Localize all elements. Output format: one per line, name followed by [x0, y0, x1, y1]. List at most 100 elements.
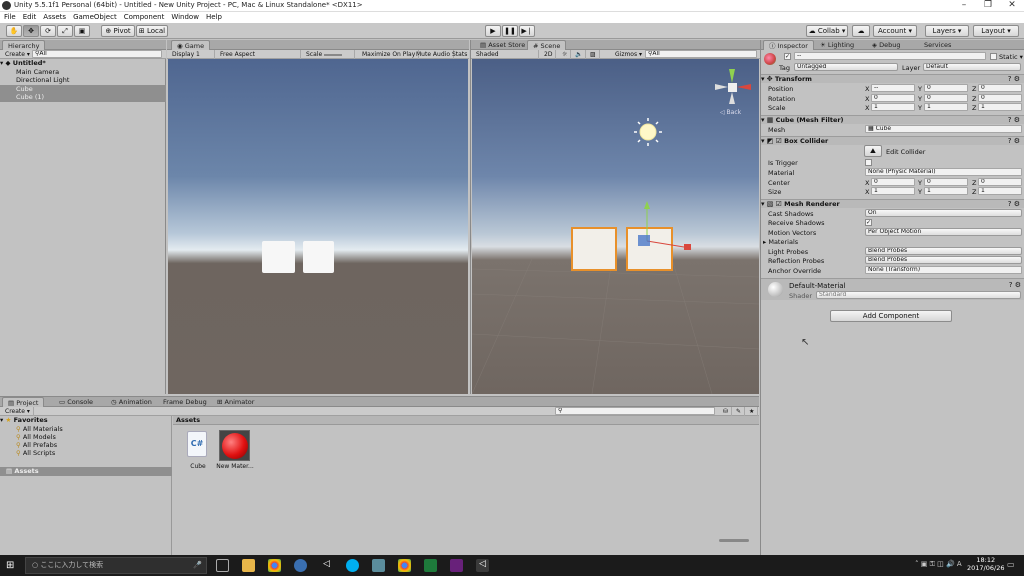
filter-by-type-icon[interactable]: ⛁: [720, 407, 733, 416]
collider-enabled-checkbox[interactable]: ☑: [776, 137, 782, 145]
tab-game[interactable]: ◉ Game: [171, 40, 211, 50]
local-toggle[interactable]: ⊞ Local: [136, 25, 168, 37]
file-explorer-icon[interactable]: [242, 559, 255, 572]
component-settings-icon[interactable]: ? ⚙: [1008, 116, 1020, 124]
light-probes-dropdown[interactable]: Blend Probes: [865, 247, 1022, 255]
pivot-toggle[interactable]: ⊕ Pivot: [101, 25, 135, 37]
center-x-field[interactable]: 0: [871, 178, 915, 186]
globe-app-icon[interactable]: [294, 559, 307, 572]
asset-new-material[interactable]: [219, 430, 250, 461]
menu-window[interactable]: Window: [171, 12, 199, 23]
excel-icon[interactable]: [424, 559, 437, 572]
icon-size-slider[interactable]: [719, 539, 749, 542]
scale-z-field[interactable]: 1: [978, 103, 1022, 111]
scale-y-field[interactable]: 1: [924, 103, 968, 111]
motion-vectors-dropdown[interactable]: Per Object Motion: [865, 228, 1022, 236]
rotation-z-field[interactable]: 0: [978, 94, 1022, 102]
chrome-icon-2[interactable]: [398, 559, 411, 572]
tab-project[interactable]: ▤ Project: [2, 397, 45, 407]
object-name-field[interactable]: --: [794, 52, 986, 60]
scale-tool-button[interactable]: ⤢: [57, 25, 73, 37]
mesh-field[interactable]: ▦ Cube: [865, 125, 1022, 133]
transform-header[interactable]: ▾ ✥ Transform ? ⚙: [761, 74, 1024, 83]
static-checkbox[interactable]: [990, 53, 997, 60]
clock[interactable]: 18:12 2017/06/26: [967, 556, 1004, 572]
is-trigger-checkbox[interactable]: [865, 159, 872, 166]
scene-root-row[interactable]: ▾ ◆ Untitled*: [0, 59, 166, 68]
collab-dropdown[interactable]: ☁ Collab ▾: [806, 25, 848, 37]
scale-x-field[interactable]: 1: [871, 103, 915, 111]
shading-dropdown[interactable]: Shaded: [473, 50, 539, 59]
maximize-on-play-toggle[interactable]: Maximize On Play: [359, 50, 420, 59]
component-settings-icon[interactable]: ? ⚙: [1008, 75, 1020, 83]
account-dropdown[interactable]: Account ▾: [873, 25, 917, 37]
gizmos-dropdown[interactable]: Gizmos ▾: [612, 50, 647, 59]
play-button[interactable]: ▶: [485, 25, 501, 37]
tab-scene[interactable]: # Scene: [527, 40, 567, 50]
tab-services[interactable]: Services: [919, 40, 956, 50]
rotation-y-field[interactable]: 0: [924, 94, 968, 102]
static-dropdown[interactable]: Static ▾: [999, 53, 1023, 61]
shader-dropdown[interactable]: Standard: [816, 291, 1021, 299]
favorite-star-icon[interactable]: ★: [746, 407, 759, 416]
menu-file[interactable]: File: [4, 12, 16, 23]
edit-collider-button[interactable]: ⛰: [864, 145, 882, 157]
asset-cube-script[interactable]: C#: [185, 431, 209, 462]
tab-frame-debug[interactable]: Frame Debug: [158, 397, 212, 407]
display-dropdown[interactable]: Display 1: [169, 50, 215, 59]
skype-icon[interactable]: [346, 559, 359, 572]
hierarchy-item-directional-light[interactable]: Directional Light: [0, 76, 166, 85]
cast-shadows-dropdown[interactable]: On: [865, 209, 1022, 217]
note-app-icon[interactable]: [372, 559, 385, 572]
stats-toggle[interactable]: Stats: [449, 50, 472, 59]
component-settings-icon[interactable]: ? ⚙: [1008, 200, 1020, 208]
renderer-enabled-checkbox[interactable]: ☑: [776, 200, 782, 208]
add-component-button[interactable]: Add Component: [830, 310, 952, 322]
hierarchy-create-button[interactable]: Create ▾: [2, 50, 34, 59]
move-tool-button[interactable]: ✥: [23, 25, 39, 37]
menu-help[interactable]: Help: [206, 12, 222, 23]
tab-asset-store[interactable]: ▤ Asset Store: [475, 40, 530, 50]
tag-dropdown[interactable]: Untagged: [794, 63, 898, 71]
center-y-field[interactable]: 0: [924, 178, 968, 186]
box-collider-header[interactable]: ▾ ◩ ☑ Box Collider ? ⚙: [761, 136, 1024, 145]
layer-dropdown[interactable]: Default: [923, 63, 1021, 71]
restore-button[interactable]: ❐: [976, 0, 1000, 12]
tab-lighting[interactable]: ☀ Lighting: [815, 40, 859, 50]
active-checkbox[interactable]: ✓: [784, 53, 791, 60]
scene-search-input[interactable]: ⚲All: [645, 50, 757, 58]
component-settings-icon[interactable]: ? ⚙: [1009, 281, 1021, 289]
chrome-icon[interactable]: [268, 559, 281, 572]
tab-console[interactable]: ▭ Console: [54, 397, 98, 407]
menu-assets[interactable]: Assets: [43, 12, 66, 23]
hierarchy-search-input[interactable]: ⚲All: [32, 50, 162, 58]
receive-shadows-checkbox[interactable]: ✓: [865, 219, 872, 226]
mute-audio-toggle[interactable]: Mute Audio: [413, 50, 454, 59]
layout-dropdown[interactable]: Layout ▾: [973, 25, 1019, 37]
microphone-icon[interactable]: 🎤: [193, 558, 202, 573]
component-settings-icon[interactable]: ? ⚙: [1008, 137, 1020, 145]
hierarchy-item-cube-1[interactable]: Cube (1): [0, 93, 166, 102]
collider-material-field[interactable]: None (Physic Material): [865, 168, 1022, 176]
rotation-x-field[interactable]: 0: [871, 94, 915, 102]
minimize-button[interactable]: –: [952, 0, 976, 12]
menu-gameobject[interactable]: GameObject: [73, 12, 117, 23]
materials-foldout[interactable]: ▸ Materials: [763, 238, 798, 246]
center-z-field[interactable]: 0: [978, 178, 1022, 186]
rotate-tool-button[interactable]: ⟳: [40, 25, 56, 37]
lighting-toggle[interactable]: ☼: [559, 50, 572, 59]
mesh-renderer-header[interactable]: ▾ ▧ ☑ Mesh Renderer ? ⚙: [761, 199, 1024, 208]
scale-slider[interactable]: Scale 1x: [303, 50, 355, 67]
position-y-field[interactable]: 0: [924, 84, 968, 92]
game-viewport[interactable]: [168, 59, 468, 394]
size-y-field[interactable]: 1: [924, 187, 968, 195]
menu-edit[interactable]: Edit: [23, 12, 37, 23]
tab-animator[interactable]: ⊞ Animator: [212, 397, 259, 407]
reflection-probes-dropdown[interactable]: Blend Probes: [865, 256, 1022, 264]
scene-viewport[interactable]: ◁ Back: [472, 59, 759, 394]
2d-toggle[interactable]: 2D: [541, 50, 557, 59]
hand-tool-button[interactable]: ✋: [6, 25, 22, 37]
menu-component[interactable]: Component: [124, 12, 165, 23]
close-button[interactable]: ✕: [1000, 0, 1024, 12]
step-button[interactable]: ▶❘: [519, 25, 535, 37]
